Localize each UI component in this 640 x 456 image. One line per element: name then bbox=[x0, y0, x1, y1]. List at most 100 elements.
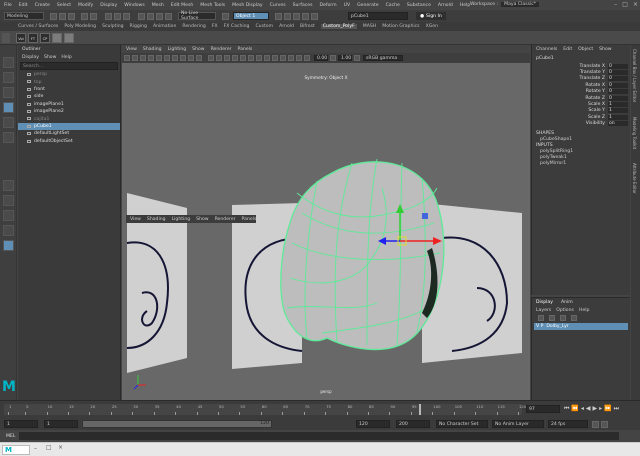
shelf-tab[interactable]: Sculpting bbox=[102, 24, 123, 29]
view-transform-dropdown[interactable]: sRGB gamma bbox=[363, 55, 403, 61]
taskbar-maximize-icon[interactable]: □ bbox=[46, 444, 52, 451]
range-bar[interactable]: 120 bbox=[82, 420, 272, 428]
menu-item-edit[interactable]: Edit bbox=[19, 3, 28, 8]
menu-item-uv[interactable]: UV bbox=[344, 3, 351, 8]
workspace-value[interactable]: Maya Classic* bbox=[501, 2, 540, 7]
taskbar-minimize-icon[interactable]: – bbox=[34, 445, 37, 452]
anim-prefs-icon[interactable] bbox=[601, 420, 608, 428]
playback-end-field[interactable]: 120 bbox=[356, 420, 390, 428]
go-to-start-icon[interactable]: ⏮ bbox=[564, 405, 569, 413]
viewport-menu-item[interactable]: Show bbox=[192, 47, 204, 52]
close-icon[interactable]: × bbox=[633, 1, 638, 8]
channel-menu-item[interactable]: Channels bbox=[536, 47, 557, 52]
sign-in-button[interactable]: ● Sign In bbox=[416, 12, 446, 20]
channel-menu-item[interactable]: Show bbox=[599, 47, 611, 52]
camera-attr-icon[interactable] bbox=[132, 55, 138, 61]
viewport-menu-item[interactable]: Shading bbox=[143, 47, 162, 52]
backface-icon[interactable] bbox=[304, 55, 310, 61]
outliner-item[interactable]: persp bbox=[18, 71, 120, 78]
resolution-gate-icon[interactable] bbox=[172, 55, 178, 61]
menu-item-windows[interactable]: Windows bbox=[124, 3, 145, 8]
shelf-tab[interactable]: Motion Graphics bbox=[382, 24, 419, 29]
outliner-item[interactable]: front bbox=[18, 86, 120, 93]
shelf-button-ft[interactable]: FT bbox=[28, 33, 38, 43]
start-frame-field[interactable]: 1 bbox=[4, 420, 38, 428]
shelf-tab[interactable]: Poly Modeling bbox=[64, 24, 96, 29]
playback-start-field[interactable]: 1 bbox=[44, 420, 78, 428]
arnold-render-icon[interactable] bbox=[311, 12, 318, 20]
smooth-shade-icon[interactable] bbox=[216, 55, 222, 61]
shelf-tool-icon[interactable] bbox=[64, 33, 74, 43]
lasso-tool-icon[interactable] bbox=[3, 72, 14, 83]
aa-icon[interactable] bbox=[272, 55, 278, 61]
outliner-item[interactable]: imagePlane1 bbox=[18, 101, 120, 108]
layer-tab[interactable]: Display bbox=[536, 300, 553, 305]
step-forward-key-icon[interactable]: ⏩ bbox=[604, 405, 611, 413]
lights-icon[interactable] bbox=[240, 55, 246, 61]
snap-view-icon[interactable] bbox=[165, 12, 172, 20]
channel-menu-item[interactable]: Object bbox=[578, 47, 593, 52]
channel-value[interactable]: 0 bbox=[608, 63, 628, 69]
move-tool-icon[interactable] bbox=[3, 102, 14, 113]
menu-item-curves[interactable]: Curves bbox=[270, 3, 286, 8]
viewport-menu-item[interactable]: View bbox=[126, 47, 137, 52]
inner-menu-item[interactable]: View bbox=[130, 217, 141, 222]
live-surface-dropdown[interactable]: No Live Surface bbox=[178, 11, 216, 21]
shelf-tab[interactable]: Arnold bbox=[279, 24, 294, 29]
outliner-item[interactable]: imagePlane2 bbox=[18, 108, 120, 115]
single-view-icon[interactable] bbox=[3, 180, 14, 191]
menu-item-surfaces[interactable]: Surfaces bbox=[293, 3, 313, 8]
rotate-tool-icon[interactable] bbox=[3, 117, 14, 128]
menu-item-substance[interactable]: Substance bbox=[407, 3, 431, 8]
inner-menu-item[interactable]: Lighting bbox=[172, 217, 191, 222]
step-back-icon[interactable]: ◂ bbox=[581, 405, 584, 413]
paint-select-icon[interactable] bbox=[3, 87, 14, 98]
shelf-tab[interactable]: FX Caching bbox=[224, 24, 250, 29]
outliner-item[interactable]: pCube1 bbox=[18, 122, 120, 131]
new-layer-icon[interactable] bbox=[560, 314, 566, 321]
camera-icon[interactable] bbox=[124, 55, 130, 61]
color-management-icon[interactable] bbox=[354, 55, 360, 61]
save-scene-icon[interactable] bbox=[68, 12, 75, 20]
input-node[interactable]: polyMirror1 bbox=[532, 161, 630, 167]
workspace-selector[interactable]: Workspace : Maya Classic* bbox=[470, 2, 540, 7]
bookmark-icon[interactable] bbox=[140, 55, 146, 61]
fps-dropdown[interactable]: 24 fps bbox=[548, 420, 588, 428]
menu-item-cache[interactable]: Cache bbox=[386, 3, 400, 8]
render-settings-icon[interactable] bbox=[293, 12, 300, 20]
outliner-search-input[interactable]: Search... bbox=[20, 62, 118, 70]
new-layer-selected-icon[interactable] bbox=[571, 314, 577, 321]
shelf-tool-icon[interactable] bbox=[52, 33, 62, 43]
xray-icon[interactable] bbox=[288, 55, 294, 61]
redo-icon[interactable] bbox=[90, 12, 97, 20]
gamma-field[interactable]: 1.00 bbox=[338, 55, 352, 61]
outliner-item[interactable]: defaultObjectSet bbox=[18, 138, 120, 145]
viewport-menu-item[interactable]: Lighting bbox=[168, 47, 187, 52]
layer-row[interactable]: V P Dolby_Lyr bbox=[534, 323, 628, 330]
end-frame-field[interactable]: 200 bbox=[396, 420, 430, 428]
menu-item-deform[interactable]: Deform bbox=[320, 3, 337, 8]
outliner-item[interactable]: top bbox=[18, 78, 120, 85]
outliner-menu-item[interactable]: Help bbox=[61, 55, 71, 60]
outliner-item[interactable]: defaultLightSet bbox=[18, 130, 120, 137]
ao-icon[interactable] bbox=[256, 55, 262, 61]
isolate-icon[interactable] bbox=[280, 55, 286, 61]
channel-value[interactable]: 1 bbox=[608, 102, 628, 108]
move-layer-up-icon[interactable] bbox=[538, 314, 544, 321]
move-layer-down-icon[interactable] bbox=[549, 314, 555, 321]
menu-item-mesh-display[interactable]: Mesh Display bbox=[232, 3, 263, 8]
shelf-tab[interactable]: Rigging bbox=[130, 24, 147, 29]
outliner-item[interactable]: side bbox=[18, 93, 120, 100]
snap-curve-icon[interactable] bbox=[147, 12, 154, 20]
layer-tab[interactable]: Anim bbox=[561, 300, 573, 305]
motion-blur-icon[interactable] bbox=[264, 55, 270, 61]
layer-vp-toggles[interactable]: V P bbox=[536, 324, 543, 329]
inner-menu-item[interactable]: Show bbox=[196, 217, 208, 222]
inner-menu-item[interactable]: Panels bbox=[242, 217, 257, 222]
shelf-button-cp[interactable]: CP bbox=[40, 33, 50, 43]
exposure-field[interactable]: 0.00 bbox=[314, 55, 328, 61]
tab-attribute-editor[interactable]: Attribute Editor bbox=[632, 163, 637, 194]
layer-menu-item[interactable]: Layers bbox=[536, 308, 551, 313]
channel-value[interactable]: 1 bbox=[608, 108, 628, 114]
minimize-icon[interactable]: – bbox=[614, 1, 617, 8]
